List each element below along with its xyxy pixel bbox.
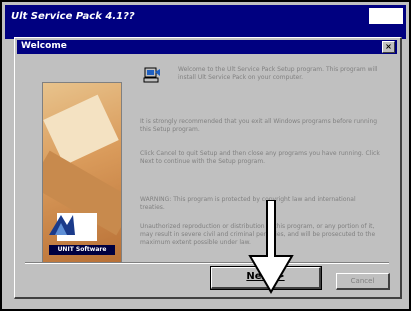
computer-icon [143,67,160,83]
pointer-arrow-icon [248,200,294,294]
cancel-button[interactable]: Cancel [336,273,390,290]
window-title-bar: Ult Service Pack 4.1?? [5,5,406,29]
button-separator [25,262,389,264]
dialog-title-bar: Welcome × [17,40,397,54]
dialog-title: Welcome [21,41,67,51]
window-title: Ult Service Pack 4.1?? [11,11,135,22]
close-button[interactable]: × [382,41,395,53]
window-controls[interactable] [369,8,403,24]
setup-side-image: UNIT Software [42,82,122,264]
intro-text: Welcome to the Ult Service Pack Setup pr… [178,66,378,81]
logo-icon [49,215,75,235]
instructions-text: Click Cancel to quit Setup and then clos… [140,150,380,165]
welcome-dialog: Welcome × UNIT Software Welcome to the U… [14,37,402,299]
exit-programs-text: It is strongly recommended that you exit… [140,118,378,133]
logo-text: UNIT Software [49,245,115,255]
